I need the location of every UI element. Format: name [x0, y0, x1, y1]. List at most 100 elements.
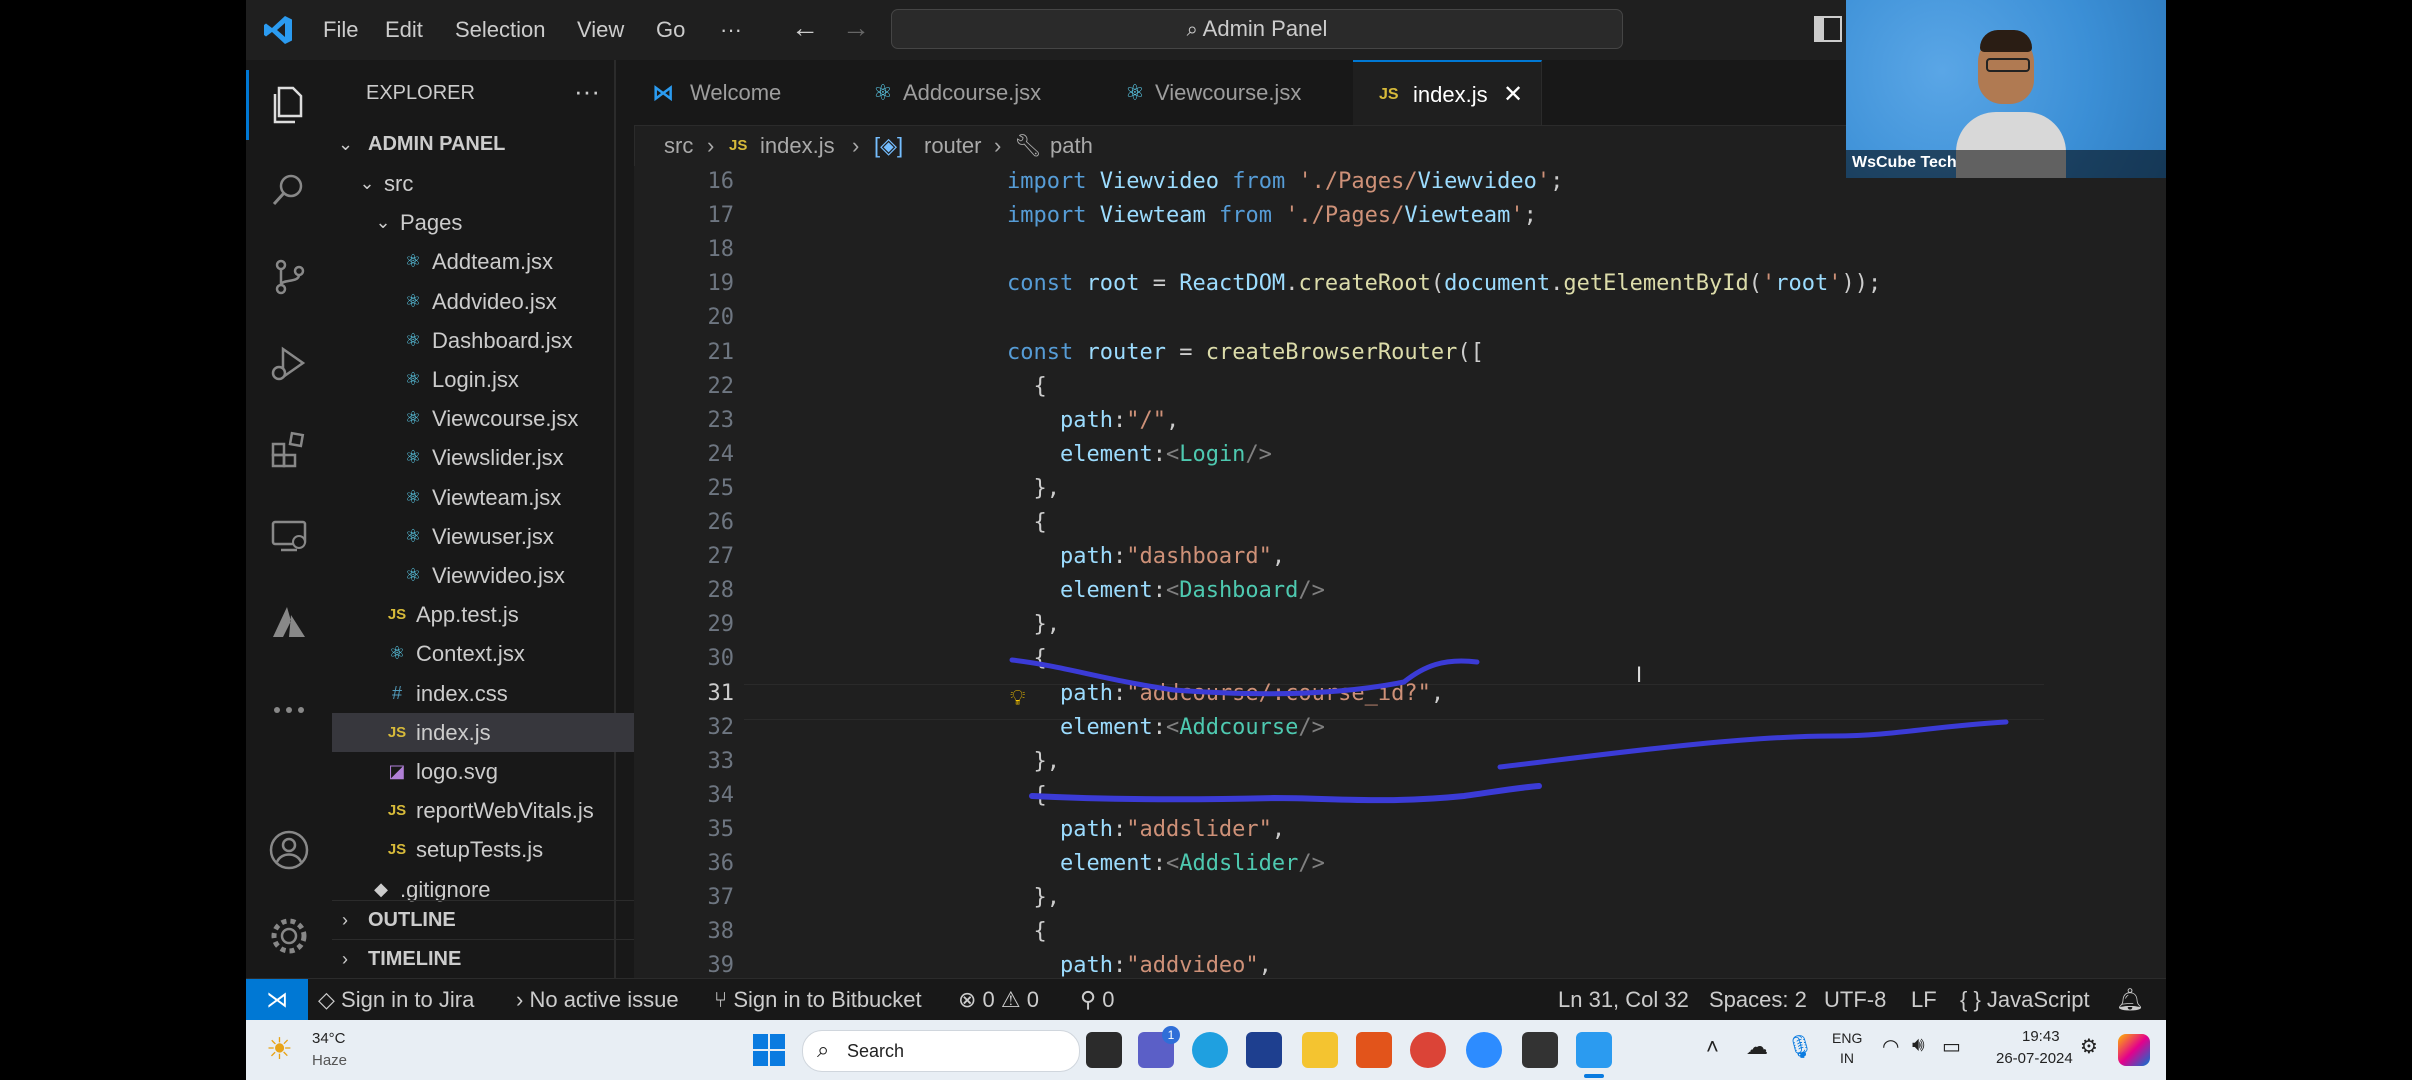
remote-button[interactable]: ⋊ [246, 979, 308, 1021]
react-icon: ⚛ [873, 80, 893, 105]
tree-item-label: index.js [416, 719, 491, 745]
azure-icon[interactable] [262, 596, 316, 650]
file-explorer-icon[interactable] [1302, 1032, 1338, 1068]
weather-icon[interactable]: ☀ [266, 1032, 293, 1067]
run-debug-icon[interactable] [262, 336, 316, 390]
taskbar-search[interactable]: ⌕ Search [802, 1030, 1080, 1072]
outline-section[interactable]: › OUTLINE [332, 900, 634, 940]
explorer-icon[interactable] [262, 77, 316, 131]
issue-status[interactable]: › No active issue [516, 979, 679, 1021]
tab-index-js[interactable]: JS index.js ✕ [1353, 60, 1542, 125]
breadcrumb-router[interactable]: router [924, 126, 981, 166]
back-arrow-icon[interactable]: ← [791, 12, 819, 44]
extensions-icon[interactable] [262, 423, 316, 477]
terminal-icon[interactable] [1522, 1032, 1558, 1068]
menu-view[interactable]: View [577, 17, 624, 43]
tree-file[interactable]: ⚛ Viewuser.jsx [332, 517, 634, 556]
js-file-icon: JS [387, 606, 407, 624]
bell-icon[interactable]: 🔔︎ [2116, 979, 2144, 1021]
timeline-section[interactable]: › TIMELINE [332, 939, 634, 978]
encoding[interactable]: UTF-8 [1824, 979, 1886, 1021]
wifi-icon[interactable]: ◠ [1882, 1034, 1899, 1059]
tree-file[interactable]: ⚛ Viewcourse.jsx [332, 399, 634, 438]
tree-folder[interactable]: ⌄ src [332, 164, 634, 203]
edge-icon[interactable] [1192, 1032, 1228, 1068]
weather-temp[interactable]: 34°C [312, 1030, 346, 1047]
tree-item-label: Addteam.jsx [432, 249, 554, 275]
tab-viewcourse[interactable]: ⚛ Viewcourse.jsx [1099, 60, 1354, 125]
language-mode[interactable]: { } JavaScript [1960, 979, 2090, 1021]
bitbucket-status[interactable]: ⑂ Sign in to Bitbucket [714, 979, 922, 1021]
tree-file[interactable]: ◪ logo.svg [332, 752, 634, 791]
command-center[interactable]: ⌕ Admin Panel [891, 9, 1623, 49]
tree-item-label: Context.jsx [416, 641, 525, 667]
account-icon[interactable] [262, 823, 316, 877]
status-bar: ⋊ ◇ Sign in to Jira › No active issue ⑂ … [246, 978, 2166, 1021]
end-of-line[interactable]: LF [1911, 979, 1937, 1021]
remote-explorer-icon[interactable] [262, 509, 316, 563]
forward-arrow-icon[interactable]: → [842, 12, 870, 44]
tree-item-label: Login.jsx [432, 367, 519, 392]
tree-file[interactable]: ⚛ Addteam.jsx [332, 242, 634, 281]
tree-file[interactable]: JS setupTests.js [332, 830, 634, 869]
indentation[interactable]: Spaces: 2 [1709, 979, 1807, 1021]
more-icon[interactable] [262, 683, 316, 737]
tree-file[interactable]: JS reportWebVitals.js [332, 791, 634, 830]
toggle-sidebar-icon[interactable] [1814, 16, 1842, 42]
clock-time[interactable]: 19:43 [2022, 1028, 2060, 1045]
code-editor[interactable]: 16 import Viewvideo from './Pages/Viewvid… [634, 166, 2166, 978]
chrome-icon[interactable] [1410, 1032, 1446, 1068]
cloud-icon[interactable]: ☁ [1746, 1034, 1768, 1060]
copilot-icon[interactable] [2118, 1034, 2150, 1066]
menu-file[interactable]: File [323, 17, 358, 43]
notification-icon[interactable]: ⚙ [2080, 1034, 2098, 1059]
tree-file[interactable]: JS index.js [332, 712, 634, 752]
breadcrumb-src[interactable]: src [664, 126, 693, 166]
task-view-icon[interactable] [1086, 1032, 1122, 1068]
cursor-position[interactable]: Ln 31, Col 32 [1558, 979, 1689, 1021]
tree-file[interactable]: ⚛ Viewvideo.jsx [332, 556, 634, 595]
teams-icon[interactable]: 1 [1138, 1026, 1180, 1068]
ports-status[interactable]: ⚲ 0 [1080, 979, 1114, 1021]
sublime-icon[interactable] [1356, 1032, 1392, 1068]
tree-file[interactable]: ⚛ Context.jsx [332, 634, 634, 673]
react-file-icon: ⚛ [404, 329, 422, 350]
breadcrumb-path[interactable]: path [1050, 126, 1093, 166]
zoom-icon[interactable] [1466, 1032, 1502, 1068]
tree-file[interactable]: ⚛ Viewteam.jsx [332, 478, 634, 517]
tree-file[interactable]: # index.css [332, 674, 634, 713]
problems-status[interactable]: ⊗ 0 ⚠ 0 [958, 979, 1039, 1021]
menu-more[interactable]: ··· [720, 17, 742, 43]
tree-file[interactable]: ⚛ Dashboard.jsx [332, 321, 634, 360]
tree-file[interactable]: ⚛ Viewslider.jsx [332, 438, 634, 477]
lang-bottom[interactable]: IN [1840, 1050, 1854, 1066]
vscode-taskbar-icon[interactable] [1576, 1032, 1612, 1068]
tree-file[interactable]: ⚛ Addvideo.jsx [332, 282, 634, 321]
menu-go[interactable]: Go [656, 17, 685, 43]
menu-selection[interactable]: Selection [455, 17, 546, 43]
weather-desc[interactable]: Haze [312, 1052, 347, 1069]
tree-folder[interactable]: ⌄ Pages [332, 203, 634, 242]
close-icon[interactable]: ✕ [1503, 62, 1523, 127]
command-center-label: Admin Panel [1202, 16, 1328, 41]
manage-gear-icon[interactable] [262, 909, 316, 963]
tree-file[interactable]: JS App.test.js [332, 595, 634, 634]
battery-icon[interactable]: ▭ [1942, 1034, 1961, 1059]
clock-date[interactable]: 26-07-2024 [1996, 1050, 2073, 1067]
explorer-more-button[interactable]: ··· [574, 76, 600, 107]
windows-start-icon[interactable] [752, 1033, 786, 1067]
menu-edit[interactable]: Edit [385, 17, 423, 43]
source-control-icon[interactable] [262, 250, 316, 304]
chevron-up-icon[interactable]: ˄ [1706, 1034, 1719, 1060]
tab-welcome[interactable]: ⋈ Welcome [634, 60, 848, 125]
project-root[interactable]: ⌄ ADMIN PANEL [332, 125, 634, 164]
volume-icon[interactable]: 🔊︎ [1912, 1034, 1925, 1057]
microphone-icon[interactable]: 🎙︎ [1786, 1034, 1814, 1060]
tab-addcourse[interactable]: ⚛ Addcourse.jsx [847, 60, 1100, 125]
lang-top[interactable]: ENG [1832, 1030, 1862, 1046]
mail-icon[interactable] [1246, 1032, 1282, 1068]
breadcrumb-file[interactable]: index.js [760, 126, 835, 166]
tree-file[interactable]: ⚛ Login.jsx [332, 360, 634, 399]
search-icon[interactable] [262, 163, 316, 217]
jira-status[interactable]: ◇ Sign in to Jira [318, 979, 474, 1021]
